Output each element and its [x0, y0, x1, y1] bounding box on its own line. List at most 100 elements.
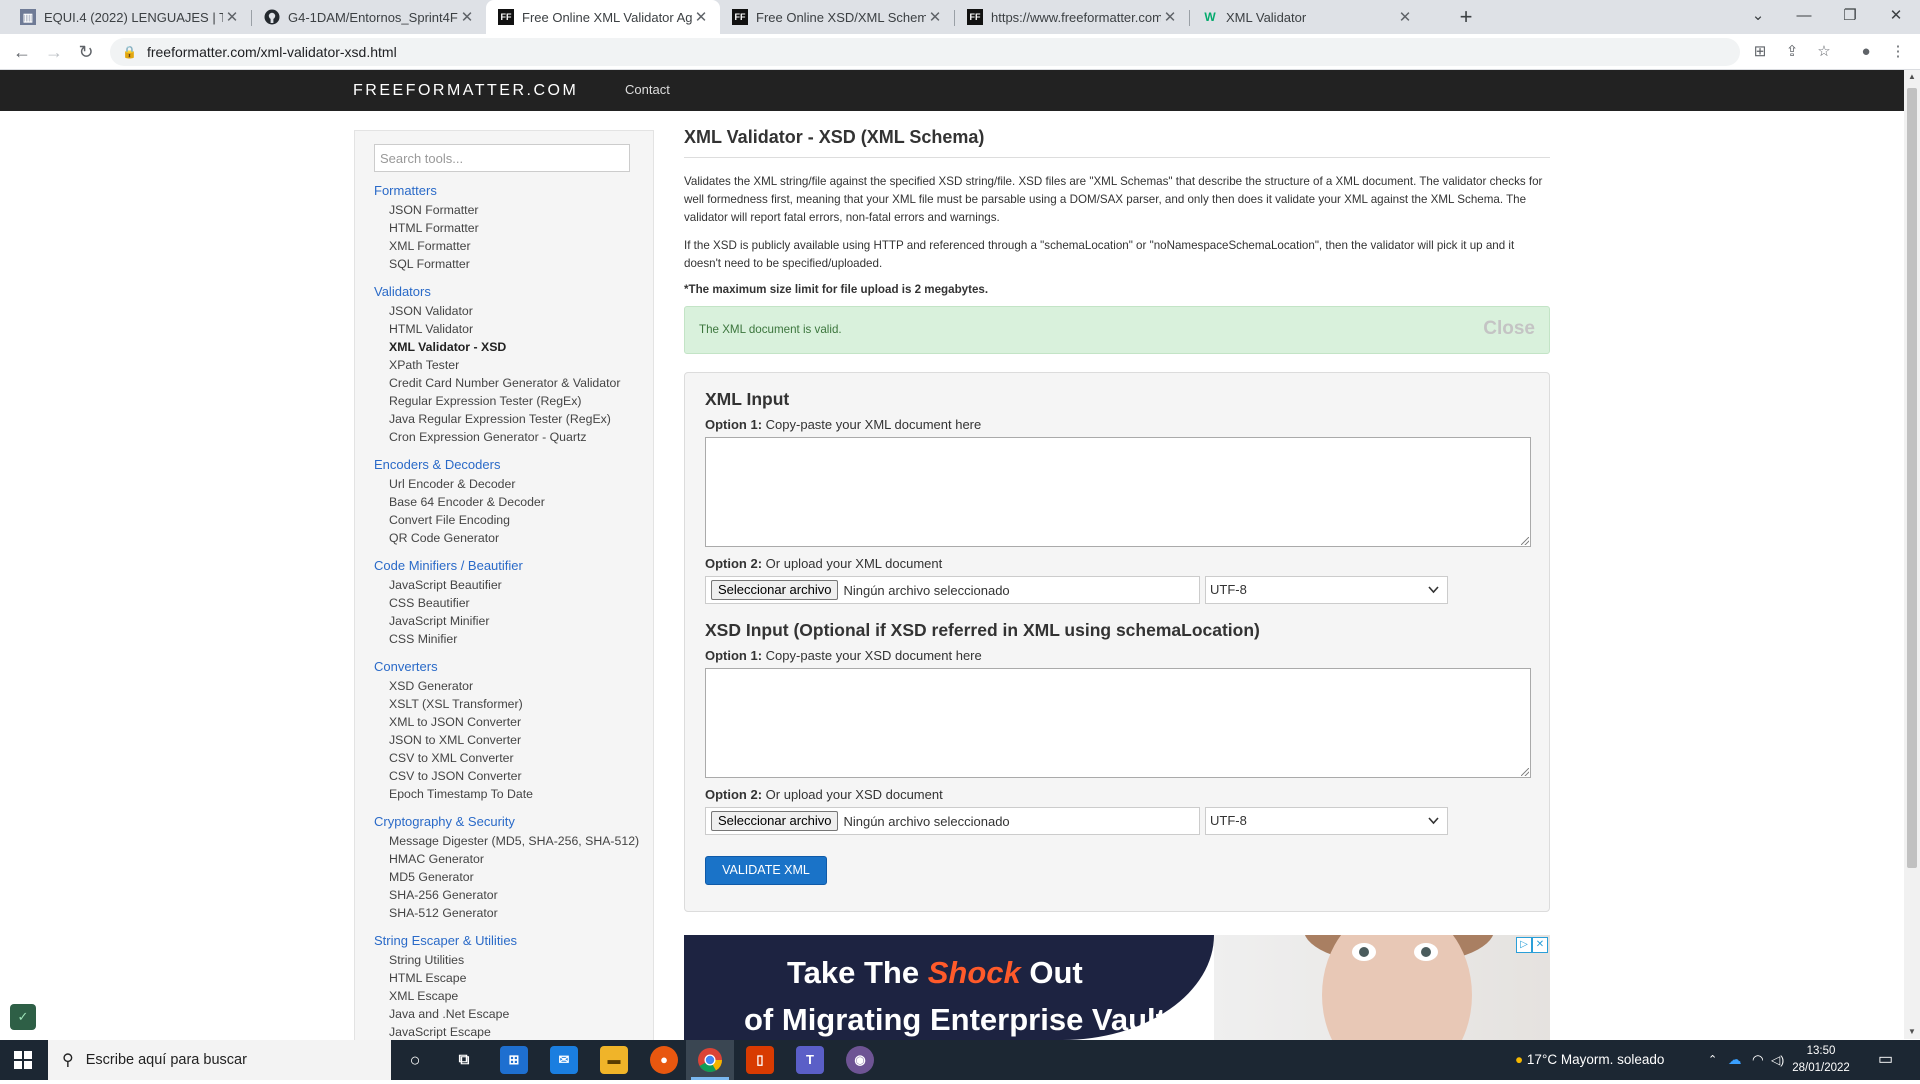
contact-link[interactable]: Contact: [625, 82, 670, 97]
sidebar-link[interactable]: HMAC Generator: [389, 850, 649, 868]
xml-textarea[interactable]: [705, 437, 1531, 547]
xml-file-input[interactable]: Seleccionar archivo Ningún archivo selec…: [705, 576, 1200, 604]
volume-icon[interactable]: ◁): [1771, 1040, 1784, 1080]
sidebar-category-title[interactable]: Formatters: [374, 180, 649, 201]
browser-tab[interactable]: ▥ EQUI.4 (2022) LENGUAJES | Trello ✕: [8, 0, 251, 34]
site-logo[interactable]: FREEFORMATTER.COM: [353, 82, 578, 100]
github-desktop-icon[interactable]: ◉: [846, 1046, 874, 1074]
sidebar-category-title[interactable]: Code Minifiers / Beautifier: [374, 555, 649, 576]
office-icon[interactable]: ▯: [746, 1046, 774, 1074]
sidebar-link[interactable]: SHA-256 Generator: [389, 886, 649, 904]
xsd-choose-file-button[interactable]: Seleccionar archivo: [711, 811, 839, 831]
scroll-up-icon[interactable]: ▲: [1904, 70, 1920, 84]
sidebar-link[interactable]: XML to JSON Converter: [389, 713, 649, 731]
close-window-icon[interactable]: ✕: [1873, 0, 1919, 34]
task-view-icon[interactable]: ⧉: [450, 1046, 478, 1074]
forward-icon[interactable]: →: [40, 38, 68, 66]
sidebar-link[interactable]: SHA-512 Generator: [389, 904, 649, 922]
sidebar-link[interactable]: CSS Beautifier: [389, 594, 649, 612]
sidebar-link[interactable]: QR Code Generator: [389, 529, 649, 547]
sidebar-link[interactable]: Cron Expression Generator - Quartz: [389, 428, 649, 446]
back-icon[interactable]: ←: [8, 38, 36, 66]
notification-icon[interactable]: ▭: [1878, 1040, 1893, 1080]
sidebar-link[interactable]: Credit Card Number Generator & Validator: [389, 374, 649, 392]
sidebar-link[interactable]: String Utilities: [389, 951, 649, 969]
sidebar-link[interactable]: Epoch Timestamp To Date: [389, 785, 649, 803]
sidebar-link[interactable]: JSON Validator: [389, 302, 649, 320]
lock-icon[interactable]: 🔒: [122, 45, 137, 59]
validate-xml-button[interactable]: VALIDATE XML: [705, 856, 827, 885]
menu-dots-icon[interactable]: ⋮: [1884, 38, 1912, 66]
file-explorer-icon[interactable]: ▬: [600, 1046, 628, 1074]
restore-icon[interactable]: ❐: [1827, 0, 1873, 34]
sidebar-link[interactable]: Convert File Encoding: [389, 511, 649, 529]
sidebar-link[interactable]: XML Formatter: [389, 237, 649, 255]
sidebar-link[interactable]: CSV to JSON Converter: [389, 767, 649, 785]
sidebar-link[interactable]: HTML Validator: [389, 320, 649, 338]
shield-extension-icon[interactable]: ✓: [10, 1004, 36, 1030]
mail-icon[interactable]: ✉: [550, 1046, 578, 1074]
xsd-file-input[interactable]: Seleccionar archivo Ningún archivo selec…: [705, 807, 1200, 835]
sidebar-link[interactable]: XSD Generator: [389, 677, 649, 695]
close-tab-icon[interactable]: ✕: [926, 8, 944, 26]
cortana-icon[interactable]: ○: [401, 1046, 429, 1074]
sidebar-link[interactable]: CSV to XML Converter: [389, 749, 649, 767]
weather-widget[interactable]: ● 17°C Mayorm. soleado: [1515, 1040, 1664, 1080]
page-scrollbar[interactable]: ▲ ▼: [1904, 70, 1920, 1039]
xml-choose-file-button[interactable]: Seleccionar archivo: [711, 580, 839, 600]
browser-tab[interactable]: G4-1DAM/Entornos_Sprint4Final ✕: [252, 0, 486, 34]
bookmark-star-icon[interactable]: ☆: [1810, 38, 1838, 66]
profile-icon[interactable]: ●: [1852, 38, 1880, 66]
sidebar-link[interactable]: SQL Formatter: [389, 255, 649, 273]
share-icon[interactable]: ⇪: [1778, 38, 1806, 66]
sidebar-link[interactable]: JSON Formatter: [389, 201, 649, 219]
sidebar-link[interactable]: Java and .Net Escape: [389, 1005, 649, 1023]
sidebar-category-title[interactable]: Converters: [374, 656, 649, 677]
sidebar-link[interactable]: Url Encoder & Decoder: [389, 475, 649, 493]
browser-tab-active[interactable]: FF Free Online XML Validator Agains ✕: [486, 0, 720, 34]
sidebar-link[interactable]: JavaScript Minifier: [389, 612, 649, 630]
alert-close-button[interactable]: Close: [1483, 318, 1535, 340]
browser-tab[interactable]: W XML Validator ✕: [1190, 0, 1424, 34]
windows-start-icon[interactable]: [14, 1051, 32, 1069]
minimize-icon[interactable]: —: [1781, 0, 1827, 34]
scrollbar-thumb[interactable]: [1907, 88, 1917, 868]
sidebar-link[interactable]: XML Escape: [389, 987, 649, 1005]
sidebar-link[interactable]: Java Regular Expression Tester (RegEx): [389, 410, 649, 428]
adchoices-icon[interactable]: ▷: [1516, 937, 1532, 953]
resize-handle[interactable]: [1521, 768, 1529, 776]
wifi-icon[interactable]: ◠: [1752, 1040, 1764, 1080]
address-bar[interactable]: 🔒 freeformatter.com/xml-validator-xsd.ht…: [110, 38, 1740, 66]
sidebar-category-title[interactable]: Cryptography & Security: [374, 811, 649, 832]
sidebar-link[interactable]: HTML Escape: [389, 969, 649, 987]
close-tab-icon[interactable]: ✕: [1161, 8, 1179, 26]
search-tools-input[interactable]: [374, 144, 630, 172]
sidebar-link[interactable]: JavaScript Beautifier: [389, 576, 649, 594]
xsd-textarea[interactable]: [705, 668, 1531, 778]
close-tab-icon[interactable]: ✕: [692, 8, 710, 26]
browser-tab[interactable]: FF https://www.freeformatter.com/x ✕: [955, 0, 1189, 34]
sidebar-link[interactable]: XSLT (XSL Transformer): [389, 695, 649, 713]
sidebar-link[interactable]: XPath Tester: [389, 356, 649, 374]
sidebar-link[interactable]: XML Validator - XSD: [389, 338, 649, 356]
advertisement-banner[interactable]: Take The Shock Out of Migrating Enterpri…: [684, 935, 1550, 1040]
sidebar-link[interactable]: Regular Expression Tester (RegEx): [389, 392, 649, 410]
xsd-encoding-select[interactable]: UTF-8: [1205, 807, 1448, 835]
browser-tab[interactable]: FF Free Online XSD/XML Schema Ge ✕: [720, 0, 954, 34]
scroll-down-icon[interactable]: ▼: [1904, 1025, 1920, 1039]
sidebar-category-title[interactable]: Encoders & Decoders: [374, 454, 649, 475]
sidebar-category-title[interactable]: Validators: [374, 281, 649, 302]
store-icon[interactable]: ⊞: [500, 1046, 528, 1074]
chevron-up-icon[interactable]: ⌃: [1708, 1040, 1717, 1080]
ad-close-icon[interactable]: ✕: [1532, 937, 1548, 953]
sidebar-link[interactable]: CSS Minifier: [389, 630, 649, 648]
new-tab-icon[interactable]: +: [1452, 3, 1480, 31]
sidebar-link[interactable]: Base 64 Encoder & Decoder: [389, 493, 649, 511]
firefox-icon[interactable]: ●: [650, 1046, 678, 1074]
tab-search-icon[interactable]: ⌄: [1735, 0, 1781, 34]
resize-handle[interactable]: [1521, 537, 1529, 545]
reload-icon[interactable]: ↻: [72, 38, 100, 66]
sidebar-link[interactable]: Message Digester (MD5, SHA-256, SHA-512): [389, 832, 649, 850]
sidebar-link[interactable]: JavaScript Escape: [389, 1023, 649, 1041]
taskbar-search[interactable]: ⚲ Escribe aquí para buscar: [48, 1040, 391, 1080]
